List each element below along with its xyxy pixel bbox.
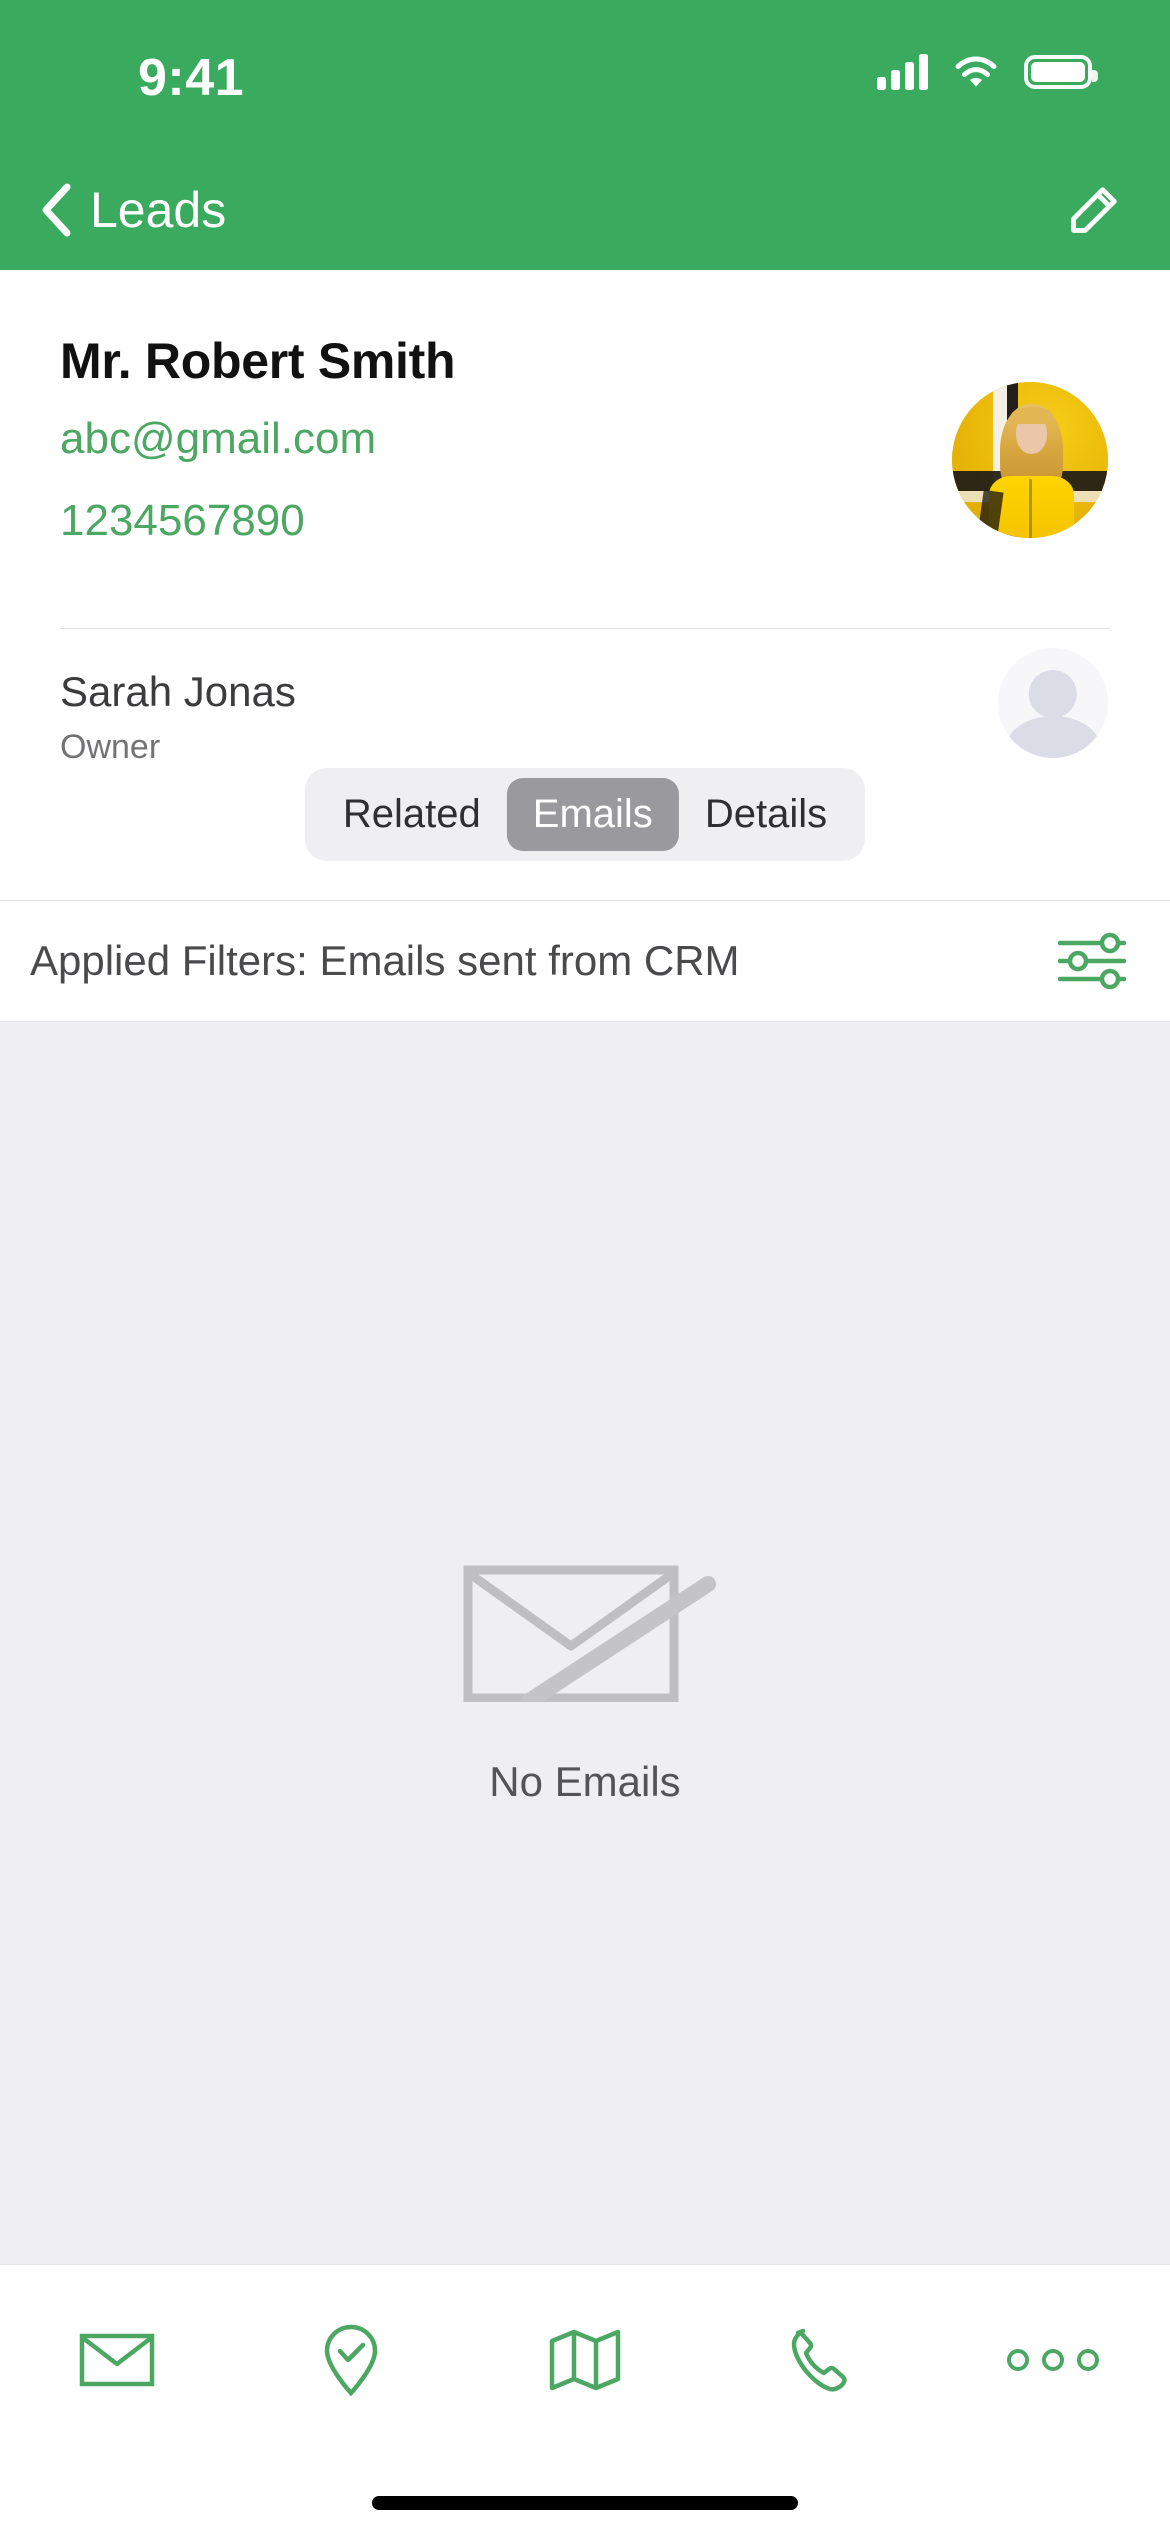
toolbar-call-button[interactable] [702,2265,936,2454]
home-indicator [372,2496,798,2510]
empty-state-label: No Emails [489,1758,681,1805]
location-pin-check-icon [324,2324,378,2396]
contact-photo[interactable] [952,382,1108,538]
navigation-bar: Leads [0,150,1170,270]
status-bar-indicators [877,54,1098,90]
empty-state: No Emails [440,1502,730,1806]
status-bar: 9:41 [0,0,1170,150]
tab-emails[interactable]: Emails [506,778,679,851]
bottom-toolbar [0,2264,1170,2454]
applied-filters-text: Applied Filters: Emails sent from CRM [30,937,740,984]
battery-full-icon [1024,55,1098,89]
applied-filters-bar: Applied Filters: Emails sent from CRM [0,900,1170,1022]
toolbar-map-button[interactable] [468,2265,702,2454]
record-owner[interactable]: Sarah Jonas Owner [60,668,296,767]
tab-segmented-control: Related Emails Details [304,768,866,861]
back-button-label: Leads [90,182,227,238]
owner-avatar[interactable] [998,648,1108,758]
back-button[interactable]: Leads [26,150,240,270]
owner-name: Sarah Jonas [60,668,296,715]
phone-handset-icon [791,2328,847,2392]
phone-screen: 9:41 Leads Mr. Robert Smith abc@gmail.co… [0,0,1170,2532]
map-icon [549,2329,621,2390]
header-divider [60,628,1110,629]
more-dots-icon [1007,2348,1099,2371]
toolbar-more-button[interactable] [936,2265,1170,2454]
tab-related[interactable]: Related [317,778,507,851]
contact-name: Mr. Robert Smith [60,333,456,389]
envelope-icon [79,2333,155,2386]
contact-phone[interactable]: 1234567890 [60,496,455,546]
toolbar-email-button[interactable] [0,2265,234,2454]
wifi-icon [955,56,997,87]
status-bar-clock: 9:41 [138,49,245,107]
owner-role-label: Owner [60,728,161,766]
emails-list-area: No Emails [0,1022,1170,2264]
chevron-left-icon [42,183,71,237]
cellular-signal-icon [877,54,928,90]
contact-email[interactable]: abc@gmail.com [60,414,455,464]
record-header-card: Mr. Robert Smith abc@gmail.com 123456789… [0,270,1170,1132]
sliders-filter-icon[interactable] [1056,932,1128,990]
no-email-slashed-envelope-icon [463,1565,716,1702]
contact-info: Mr. Robert Smith abc@gmail.com 123456789… [60,332,456,546]
tab-details[interactable]: Details [679,778,853,851]
toolbar-checkin-button[interactable] [234,2265,468,2454]
pencil-edit-icon[interactable] [1060,182,1122,244]
